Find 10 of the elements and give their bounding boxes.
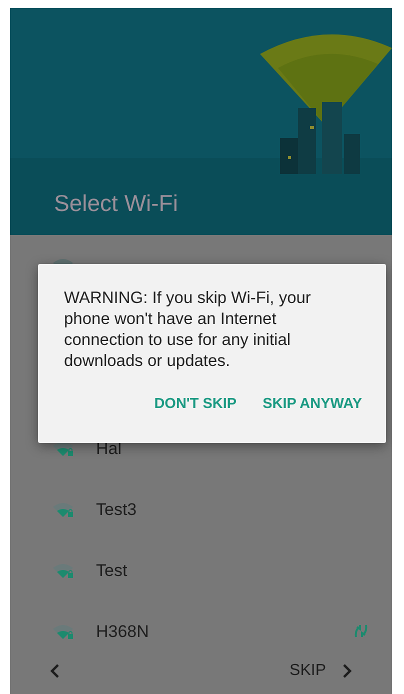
screen-title: Select Wi-Fi xyxy=(54,189,178,218)
network-name[interactable]: Test xyxy=(96,558,128,584)
skip-button[interactable]: SKIP xyxy=(290,659,326,683)
network-name[interactable]: Test3 xyxy=(96,496,137,522)
dont-skip-button[interactable]: DON'T SKIP xyxy=(154,394,237,416)
back-button[interactable] xyxy=(50,664,60,678)
skip-anyway-button[interactable]: SKIP ANYWAY xyxy=(262,394,362,416)
warning-message: WARNING: If you skip Wi-Fi, your phone won't have an Internet connection to use for any initial downloads or updates. xyxy=(64,288,312,372)
network-name[interactable]: H368N xyxy=(96,618,149,644)
next-button[interactable] xyxy=(342,664,352,678)
